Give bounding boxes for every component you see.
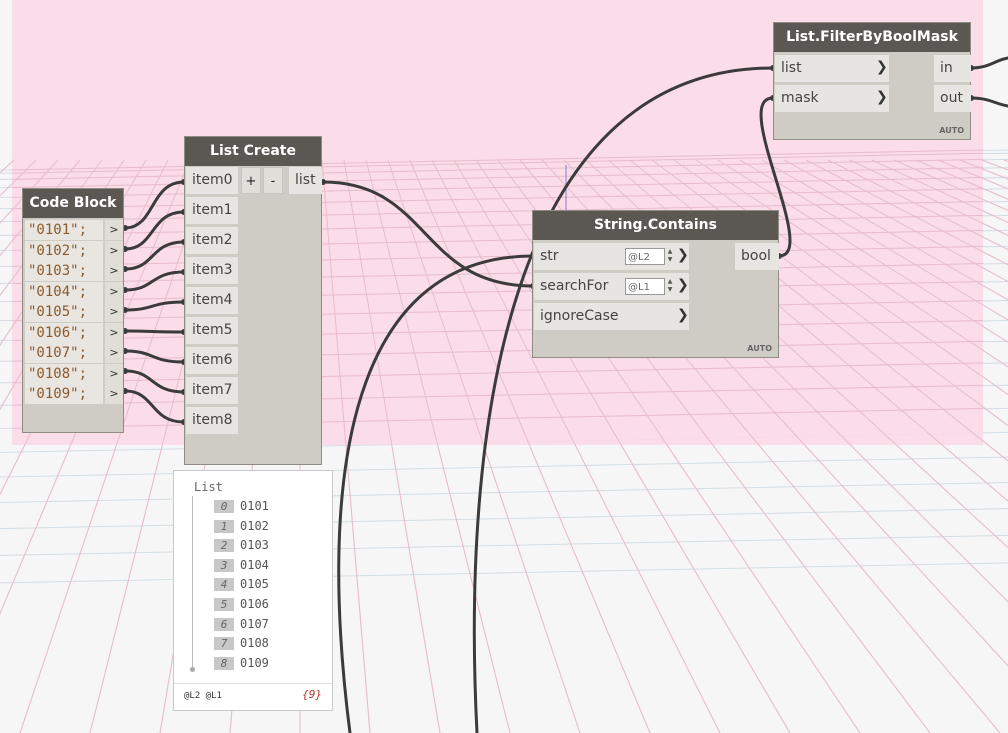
code-line-output-port[interactable]: >	[105, 281, 123, 302]
preview-item-index: 2	[214, 539, 234, 553]
list-create-input-item1[interactable]: item1	[186, 197, 238, 224]
code-line[interactable]: "0109";	[25, 384, 103, 404]
chevron-right-icon: ❯	[677, 277, 689, 293]
remove-input-button[interactable]: -	[263, 167, 283, 194]
string-contains-title[interactable]: String.Contains	[533, 211, 778, 240]
list-create-title[interactable]: List Create	[185, 137, 321, 166]
preview-item-value: 0102	[240, 518, 269, 533]
chevron-right-icon: ❯	[677, 307, 689, 323]
list-preview-bubble[interactable]: List 0 0101 1 0102 2 0103 3 0104 4 0105 5 0106 6 0107…	[173, 470, 333, 711]
preview-header: List	[194, 480, 223, 494]
list-create-input-item8[interactable]: item8	[186, 407, 238, 434]
list-create-input-item6[interactable]: item6	[186, 347, 238, 374]
preview-list-item: 3 0104	[214, 557, 269, 573]
code-line[interactable]: "0103";	[25, 261, 103, 281]
code-line-output-port[interactable]: >	[105, 240, 123, 261]
preview-list-item: 1 0102	[214, 518, 269, 534]
code-line-output-port[interactable]: >	[105, 261, 123, 281]
add-input-button[interactable]: +	[241, 167, 261, 194]
code-line-output-port[interactable]: >	[105, 322, 123, 343]
filter-input-mask[interactable]: mask	[775, 85, 889, 112]
list-create-input-item0[interactable]: item0	[186, 167, 238, 194]
preview-footer-levels: @L2 @L1	[184, 691, 222, 701]
list-create-input-item5[interactable]: item5	[186, 317, 238, 344]
code-line[interactable]: "0102";	[25, 240, 103, 261]
lacing-auto-label[interactable]: AUTO	[939, 126, 964, 135]
preview-list-item: 8 0109	[214, 655, 269, 671]
preview-tree-line	[192, 496, 193, 670]
preview-item-index: 1	[214, 519, 234, 533]
list-create-node[interactable]: List Create item0 item1 item2 item3 item4 ite…	[184, 136, 322, 465]
code-line-output-port[interactable]: >	[105, 220, 123, 240]
filter-output-in[interactable]: in	[934, 55, 971, 82]
preview-item-value: 0105	[240, 577, 269, 592]
preview-item-value: 0106	[240, 597, 269, 611]
code-block-title[interactable]: Code Block	[23, 189, 123, 218]
list-create-input-item3[interactable]: item3	[186, 257, 238, 284]
list-create-input-item7[interactable]: item7	[186, 377, 238, 404]
preview-item-value: 0104	[240, 557, 269, 572]
preview-item-index: 3	[214, 558, 234, 572]
preview-list-item: 4 0105	[214, 576, 269, 592]
code-line[interactable]: "0101";	[25, 220, 103, 240]
preview-item-index: 4	[214, 578, 234, 592]
preview-list-item: 7 0108	[214, 635, 269, 651]
lacing-level-field[interactable]: @L1	[625, 278, 665, 295]
code-line[interactable]: "0107";	[25, 343, 103, 363]
code-line-output-port[interactable]: >	[105, 363, 123, 384]
preview-list-item: 5 0106	[214, 596, 269, 612]
preview-item-index: 8	[214, 656, 234, 670]
preview-item-index: 7	[214, 637, 234, 651]
lacing-level-field[interactable]: @L2	[625, 248, 665, 265]
level-spinner-icon[interactable]: ▲ ▼	[666, 248, 674, 265]
preview-item-value: 0103	[240, 538, 269, 553]
preview-item-index: 5	[214, 598, 234, 611]
code-line[interactable]: "0105";	[25, 302, 103, 322]
chevron-right-icon: ❯	[876, 89, 888, 105]
code-block-node[interactable]: Code Block "0101"; > "0102"; > "0103"; > "0104…	[22, 188, 124, 433]
string-contains-input-ignorecase[interactable]: ignoreCase	[534, 303, 689, 330]
chevron-right-icon: ❯	[677, 247, 689, 263]
level-spinner-icon[interactable]: ▲ ▼	[666, 278, 674, 295]
code-line-output-port[interactable]: >	[105, 343, 123, 363]
preview-tree-end-dot	[190, 667, 195, 672]
preview-item-index: 6	[214, 617, 234, 631]
list-create-input-item4[interactable]: item4	[186, 287, 238, 314]
lacing-auto-label[interactable]: AUTO	[747, 344, 772, 353]
code-line-output-port[interactable]: >	[105, 384, 123, 404]
code-line[interactable]: "0108";	[25, 363, 103, 384]
chevron-right-icon: ❯	[876, 59, 888, 75]
preview-footer-count: {9}	[302, 688, 322, 701]
preview-item-value: 0101	[240, 499, 269, 513]
preview-list-item: 6 0107	[214, 616, 269, 632]
code-line-output-port[interactable]: >	[105, 302, 123, 322]
list-create-output-list[interactable]: list	[289, 167, 322, 194]
string-contains-node[interactable]: String.Contains str @L2 ▲ ▼ ❯ searchFor @L1 ▲ ▼ ❯…	[532, 210, 779, 358]
filter-by-bool-mask-title[interactable]: List.FilterByBoolMask	[774, 23, 970, 52]
preview-item-value: 0108	[240, 636, 269, 651]
preview-item-value: 0109	[240, 655, 269, 670]
code-line[interactable]: "0106";	[25, 322, 103, 343]
preview-item-value: 0107	[240, 616, 269, 631]
string-contains-output-bool[interactable]: bool	[735, 243, 779, 270]
list-create-input-item2[interactable]: item2	[186, 227, 238, 254]
preview-list-item: 2 0103	[214, 537, 269, 553]
filter-input-list[interactable]: list	[775, 55, 889, 82]
code-line[interactable]: "0104";	[25, 281, 103, 302]
filter-by-bool-mask-node[interactable]: List.FilterByBoolMask list ❯ mask ❯ in o…	[773, 22, 971, 140]
preview-list-item: 0 0101	[214, 498, 269, 514]
preview-item-index: 0	[214, 500, 234, 513]
filter-output-out[interactable]: out	[934, 85, 971, 112]
preview-footer-divider	[174, 683, 332, 684]
